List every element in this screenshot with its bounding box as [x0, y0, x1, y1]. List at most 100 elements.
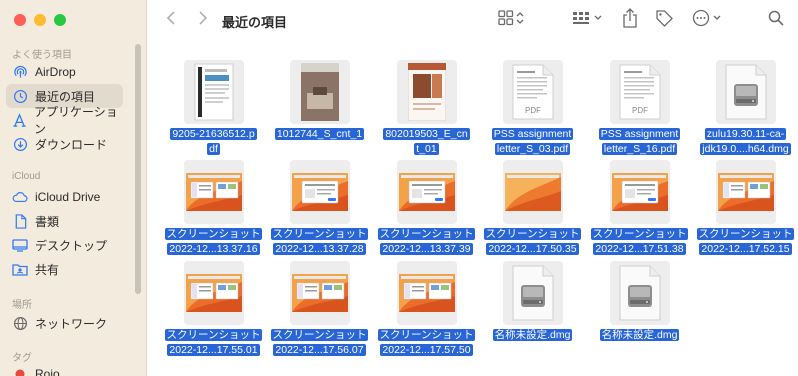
- file-name-label[interactable]: 1012744_S_cnt_1: [266, 127, 373, 142]
- file-name-label[interactable]: PSS assignment letter_S_03.pdf: [479, 127, 586, 157]
- sidebar-item-shared[interactable]: 共有: [6, 257, 123, 281]
- file-name-label[interactable]: スクリーンショット 2022-12...13.37.16: [160, 227, 267, 257]
- download-icon: [12, 136, 28, 152]
- sidebar-item-label: Rojo: [35, 367, 60, 376]
- file-thumbnail[interactable]: [290, 160, 350, 224]
- action-menu-button[interactable]: [691, 8, 725, 32]
- file-name-label[interactable]: 9205-21636512.p df: [160, 127, 267, 157]
- clock-icon: [12, 88, 28, 104]
- file-name-label[interactable]: スクリーンショット 2022-12...13.37.39: [373, 227, 480, 257]
- sidebar-item-label: iCloud Drive: [35, 190, 101, 204]
- file-thumbnail[interactable]: [184, 160, 244, 224]
- sidebar-item-desktop[interactable]: デスクトップ: [6, 233, 123, 257]
- sidebar-item-label: ダウンロード: [35, 137, 108, 152]
- file-name-line: スクリーンショット: [590, 228, 689, 240]
- file-thumbnail[interactable]: [716, 160, 776, 224]
- search-icon: [768, 10, 784, 31]
- file-thumbnail[interactable]: [290, 60, 350, 124]
- shared-folder-icon: [12, 261, 28, 277]
- file-thumbnail[interactable]: PDF: [503, 60, 563, 124]
- red-tag-icon: [12, 366, 28, 376]
- file-name-line: PSS assignment: [491, 128, 574, 140]
- sidebar-item-network[interactable]: ネットワーク: [6, 311, 123, 335]
- sidebar-item-label: デスクトップ: [35, 238, 108, 253]
- grid-view-icon: [498, 9, 524, 31]
- file-name-line: スクリーンショット: [483, 228, 582, 240]
- file-thumbnail[interactable]: PDF: [610, 60, 670, 124]
- applications-icon: [12, 112, 27, 128]
- sidebar-item-icloud-drive[interactable]: iCloud Drive: [6, 185, 123, 209]
- more-icon: [692, 9, 724, 32]
- network-icon: [12, 315, 28, 331]
- file-thumbnail[interactable]: [503, 261, 563, 325]
- file-thumbnail[interactable]: [184, 261, 244, 325]
- file-name-line: letter_S_03.pdf: [494, 143, 571, 155]
- back-button[interactable]: [161, 8, 181, 32]
- file-name-label[interactable]: 802019503_E_cn t_01: [373, 127, 480, 157]
- sidebar-item-applications[interactable]: アプリケーション: [6, 105, 123, 136]
- sidebar-item-label: 共有: [35, 262, 60, 277]
- file-name-label[interactable]: 名称未設定.dmg: [479, 328, 586, 343]
- file-name-label[interactable]: スクリーンショット 2022-12...17.57.50: [373, 328, 480, 358]
- file-name-line: zulu19.30.11-ca-: [704, 128, 787, 140]
- sidebar-item-airdrop[interactable]: AirDrop: [6, 60, 123, 84]
- file-name-line: 802019503_E_cn: [383, 128, 470, 140]
- sidebar-item-documents[interactable]: 書類: [6, 209, 123, 233]
- close-window-button[interactable]: [14, 14, 26, 26]
- file-name-line: df: [207, 143, 220, 155]
- file-thumbnail[interactable]: [716, 60, 776, 124]
- file-name-label[interactable]: スクリーンショット 2022-12...13.37.28: [266, 227, 373, 257]
- file-thumbnail[interactable]: [184, 60, 244, 124]
- sidebar-item-label: 書類: [35, 214, 60, 229]
- file-thumbnail[interactable]: [397, 60, 457, 124]
- sidebar-item-tag-rojo[interactable]: Rojo: [6, 362, 123, 376]
- file-name-label[interactable]: スクリーンショット 2022-12...17.51.38: [586, 227, 693, 257]
- file-name-line: t_01: [414, 143, 439, 155]
- file-name-line: スクリーンショット: [696, 228, 795, 240]
- file-name-line: 2022-12...13.37.16: [167, 243, 260, 255]
- file-name-label[interactable]: zulu19.30.11-ca-jdk19.0....h64.dmg: [692, 127, 798, 157]
- file-name-line: 2022-12...17.50.35: [486, 243, 579, 255]
- chevron-left-icon: [166, 10, 176, 30]
- chevron-right-icon: [198, 10, 208, 30]
- file-name-label[interactable]: 名称未設定.dmg: [586, 328, 693, 343]
- window-controls: [14, 14, 66, 26]
- file-name-label[interactable]: スクリーンショット 2022-12...17.55.01: [160, 328, 267, 358]
- file-name-label[interactable]: PSS assignment letter_S_16.pdf: [586, 127, 693, 157]
- file-name-line: 1012744_S_cnt_1: [274, 128, 365, 140]
- file-thumbnail[interactable]: [503, 160, 563, 224]
- file-name-line: 名称未設定.dmg: [492, 329, 573, 341]
- sidebar-item-downloads[interactable]: ダウンロード: [6, 132, 123, 156]
- file-name-line: jdk19.0....h64.dmg: [700, 143, 791, 155]
- file-name-label[interactable]: スクリーンショット 2022-12...17.50.35: [479, 227, 586, 257]
- cloud-icon: [12, 189, 28, 205]
- minimize-window-button[interactable]: [34, 14, 46, 26]
- share-button[interactable]: [619, 7, 641, 33]
- view-mode-button[interactable]: [493, 8, 529, 32]
- file-name-line: letter_S_16.pdf: [601, 143, 678, 155]
- share-icon: [622, 7, 638, 33]
- file-name-label[interactable]: スクリーンショット 2022-12...17.56.07: [266, 328, 373, 358]
- document-icon: [12, 213, 28, 229]
- forward-button[interactable]: [193, 8, 213, 32]
- file-name-line: 2022-12...17.51.38: [593, 243, 686, 255]
- sidebar-section-icloud: iCloud: [12, 171, 41, 182]
- window-title: 最近の項目: [222, 15, 288, 30]
- file-thumbnail[interactable]: [610, 160, 670, 224]
- file-name-label[interactable]: スクリーンショット 2022-12...17.52.15: [692, 227, 798, 257]
- search-button[interactable]: [765, 8, 787, 32]
- file-thumbnail[interactable]: [397, 160, 457, 224]
- svg-text:PDF: PDF: [632, 106, 648, 115]
- desktop-icon: [12, 237, 28, 253]
- zoom-window-button[interactable]: [54, 14, 66, 26]
- sidebar-scrollbar[interactable]: [135, 44, 141, 294]
- sidebar-item-label: AirDrop: [35, 65, 76, 79]
- group-by-button[interactable]: [571, 8, 605, 32]
- file-name-line: スクリーンショット: [377, 329, 476, 341]
- file-thumbnail[interactable]: [397, 261, 457, 325]
- sidebar: よく使う項目 AirDrop 最近の項目 アプリケーション ダウンロード iCl…: [0, 0, 147, 376]
- file-thumbnail[interactable]: [610, 261, 670, 325]
- file-thumbnail[interactable]: [290, 261, 350, 325]
- file-name-line: 2022-12...13.37.39: [380, 243, 473, 255]
- tag-button[interactable]: [653, 8, 675, 32]
